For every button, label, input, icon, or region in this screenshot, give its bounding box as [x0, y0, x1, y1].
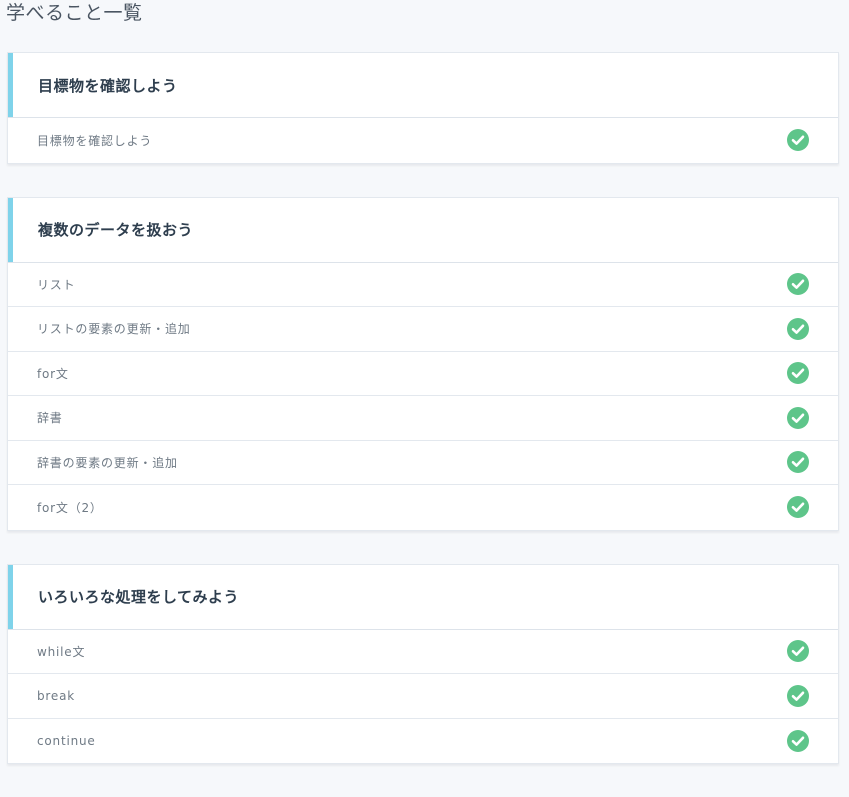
- section-list: 目標物を確認しよう 目標物を確認しよう 複数のデータを扱おう リスト リストの要…: [7, 52, 839, 797]
- check-circle-icon: [787, 496, 809, 519]
- check-circle-icon: [787, 406, 809, 429]
- check-circle-icon: [787, 451, 809, 474]
- lesson-item[interactable]: リスト: [8, 263, 838, 307]
- lesson-label: 辞書の要素の更新・追加: [37, 455, 178, 470]
- lesson-item[interactable]: for文（2）: [8, 485, 838, 530]
- section-header: 複数のデータを扱おう: [8, 197, 838, 263]
- lesson-item[interactable]: while文: [8, 630, 838, 674]
- check-circle-icon: [787, 729, 809, 752]
- section-accent-bar: [8, 53, 13, 117]
- check-circle-icon: [787, 362, 809, 385]
- lesson-item[interactable]: リストの要素の更新・追加: [8, 307, 838, 352]
- lesson-label: continue: [37, 733, 96, 748]
- section-accent-bar: [8, 197, 13, 262]
- lesson-item[interactable]: continue: [8, 719, 838, 764]
- check-circle-icon: [787, 317, 809, 340]
- section-accent-bar: [8, 564, 13, 629]
- section-header: いろいろな処理をしてみよう: [8, 564, 838, 630]
- page-title: 学べること一覧: [6, 2, 143, 24]
- lesson-item[interactable]: for文: [8, 352, 838, 396]
- lesson-label: for文（2）: [37, 500, 103, 515]
- lesson-list: while文 break continue: [8, 630, 838, 764]
- lesson-label: while文: [37, 644, 86, 659]
- section-title: いろいろな処理をしてみよう: [38, 588, 240, 606]
- lesson-label: 目標物を確認しよう: [37, 133, 153, 148]
- section-header: 目標物を確認しよう: [8, 53, 838, 118]
- check-circle-icon: [787, 684, 809, 707]
- section-card: いろいろな処理をしてみよう while文 break continue: [7, 563, 839, 764]
- lesson-item[interactable]: 辞書: [8, 396, 838, 441]
- section-title: 複数のデータを扱おう: [38, 221, 194, 239]
- lesson-list: リスト リストの要素の更新・追加 for文 辞書 辞書の要素の更新・追加 for…: [8, 263, 838, 530]
- lesson-label: 辞書: [37, 411, 63, 426]
- check-circle-icon: [787, 273, 809, 296]
- lesson-item[interactable]: break: [8, 674, 838, 719]
- lesson-item[interactable]: 辞書の要素の更新・追加: [8, 441, 838, 485]
- lesson-label: break: [37, 688, 75, 703]
- lesson-label: リスト: [37, 277, 76, 292]
- check-circle-icon: [787, 640, 809, 663]
- section-card: 目標物を確認しよう 目標物を確認しよう: [7, 52, 839, 164]
- lesson-label: リストの要素の更新・追加: [37, 322, 191, 337]
- check-circle-icon: [787, 129, 809, 152]
- lesson-item[interactable]: 目標物を確認しよう: [8, 118, 838, 163]
- lesson-list: 目標物を確認しよう: [8, 118, 838, 163]
- lesson-label: for文: [37, 366, 69, 381]
- section-title: 目標物を確認しよう: [38, 76, 178, 95]
- section-card: 複数のデータを扱おう リスト リストの要素の更新・追加 for文 辞書 辞書の要…: [7, 196, 839, 531]
